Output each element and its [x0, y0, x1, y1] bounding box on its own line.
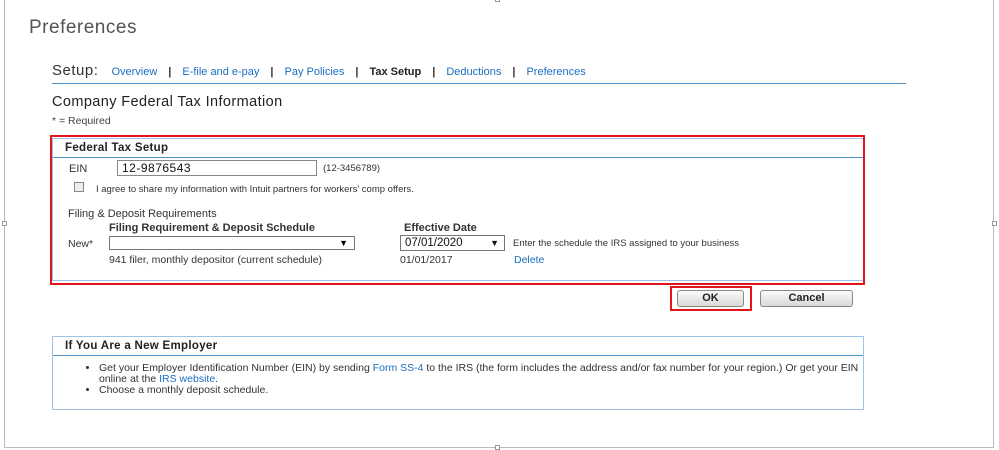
- federal-tax-highlight: [50, 135, 865, 285]
- nav-efile-epay[interactable]: E-file and e-pay: [182, 66, 259, 78]
- nav-overview[interactable]: Overview: [111, 66, 157, 78]
- page-title: Preferences: [29, 17, 137, 38]
- nav-separator: |: [270, 66, 274, 78]
- nav-separator: |: [355, 66, 359, 78]
- bullet2-text: Choose a monthly deposit schedule.: [99, 384, 269, 396]
- nav-tax-setup[interactable]: Tax Setup: [369, 66, 421, 78]
- nav-separator: |: [512, 66, 516, 78]
- nav-pay-policies[interactable]: Pay Policies: [284, 66, 344, 78]
- form-ss4-link[interactable]: Form SS-4: [373, 362, 424, 374]
- resize-handle-left[interactable]: [2, 221, 7, 226]
- nav-separator: |: [168, 66, 172, 78]
- ok-button-highlight: [670, 286, 752, 311]
- setup-label: Setup:: [52, 62, 99, 79]
- nav-separator: |: [432, 66, 436, 78]
- list-item: Choose a monthly deposit schedule.: [99, 385, 859, 396]
- resize-handle-right[interactable]: [992, 221, 997, 226]
- new-employer-heading: If You Are a New Employer: [53, 337, 863, 356]
- resize-handle-bottom[interactable]: [495, 445, 500, 450]
- list-item: Get your Employer Identification Number …: [99, 363, 859, 385]
- new-employer-panel: If You Are a New Employer Get your Emplo…: [52, 336, 864, 410]
- nav-deductions[interactable]: Deductions: [446, 66, 501, 78]
- setup-nav: Setup: Overview | E-file and e-pay | Pay Pol…: [52, 62, 906, 84]
- resize-handle-top[interactable]: [495, 0, 500, 2]
- nav-preferences[interactable]: Preferences: [526, 66, 585, 78]
- required-note: * = Required: [52, 115, 111, 127]
- section-title: Company Federal Tax Information: [52, 94, 283, 110]
- cancel-button[interactable]: Cancel: [760, 290, 853, 307]
- new-employer-list: Get your Employer Identification Number …: [89, 363, 859, 396]
